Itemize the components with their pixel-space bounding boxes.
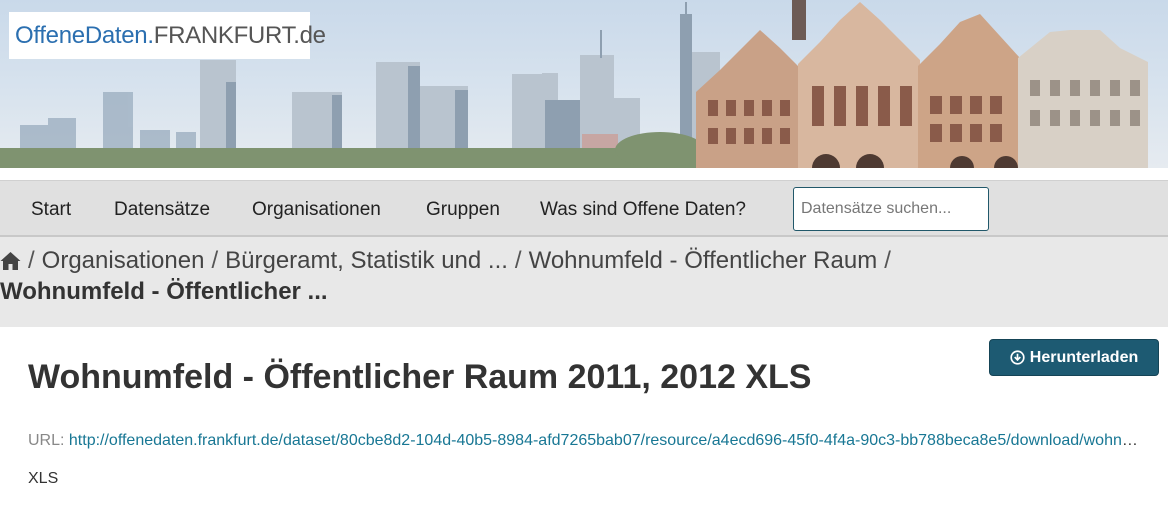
resource-url-link[interactable]: http://offenedaten.frankfurt.de/dataset/…: [69, 432, 1143, 449]
site-logo[interactable]: OffeneDaten.FRANKFURT.de: [9, 12, 326, 59]
download-circle-icon: [1010, 350, 1025, 365]
download-button[interactable]: Herunterladen: [989, 339, 1159, 376]
main-nav: Start Datensätze Organisationen Gruppen …: [0, 180, 1168, 237]
breadcrumb: / Organisationen / Bürgeramt, Statistik …: [0, 237, 1168, 327]
breadcrumb-current[interactable]: Wohnumfeld - Öffentlicher ...: [0, 278, 328, 306]
resource-format: XLS: [28, 470, 59, 487]
nav-item-organisationen[interactable]: Organisationen: [252, 181, 381, 238]
breadcrumb-separator: /: [211, 247, 219, 274]
breadcrumb-separator: /: [884, 247, 891, 274]
breadcrumb-dataset[interactable]: Wohnumfeld - Öffentlicher Raum: [529, 247, 878, 275]
search-input[interactable]: [793, 187, 989, 231]
logo-part-2: FRANKFURT.de: [153, 21, 326, 49]
url-label: URL:: [28, 432, 65, 449]
breadcrumb-organization[interactable]: Bürgeramt, Statistik und ...: [225, 247, 508, 275]
breadcrumb-organisationen[interactable]: Organisationen: [42, 247, 205, 275]
nav-item-datensaetze[interactable]: Datensätze: [114, 181, 210, 238]
breadcrumb-separator: /: [28, 247, 35, 274]
breadcrumb-separator: /: [514, 247, 522, 274]
nav-item-was-sind-offene-daten[interactable]: Was sind Offene Daten?: [540, 181, 746, 238]
nav-item-start[interactable]: Start: [31, 181, 71, 238]
page-title: Wohnumfeld - Öffentlicher Raum 2011, 201…: [28, 358, 812, 396]
header-banner: OffeneDaten.FRANKFURT.de: [0, 0, 1168, 168]
download-button-label: Herunterladen: [1029, 348, 1139, 366]
nav-item-gruppen[interactable]: Gruppen: [426, 181, 500, 238]
resource-url-row: URL: http://offenedaten.frankfurt.de/dat…: [28, 432, 1143, 450]
home-icon[interactable]: [0, 251, 21, 271]
logo-part-1: OffeneDaten.: [15, 21, 154, 49]
